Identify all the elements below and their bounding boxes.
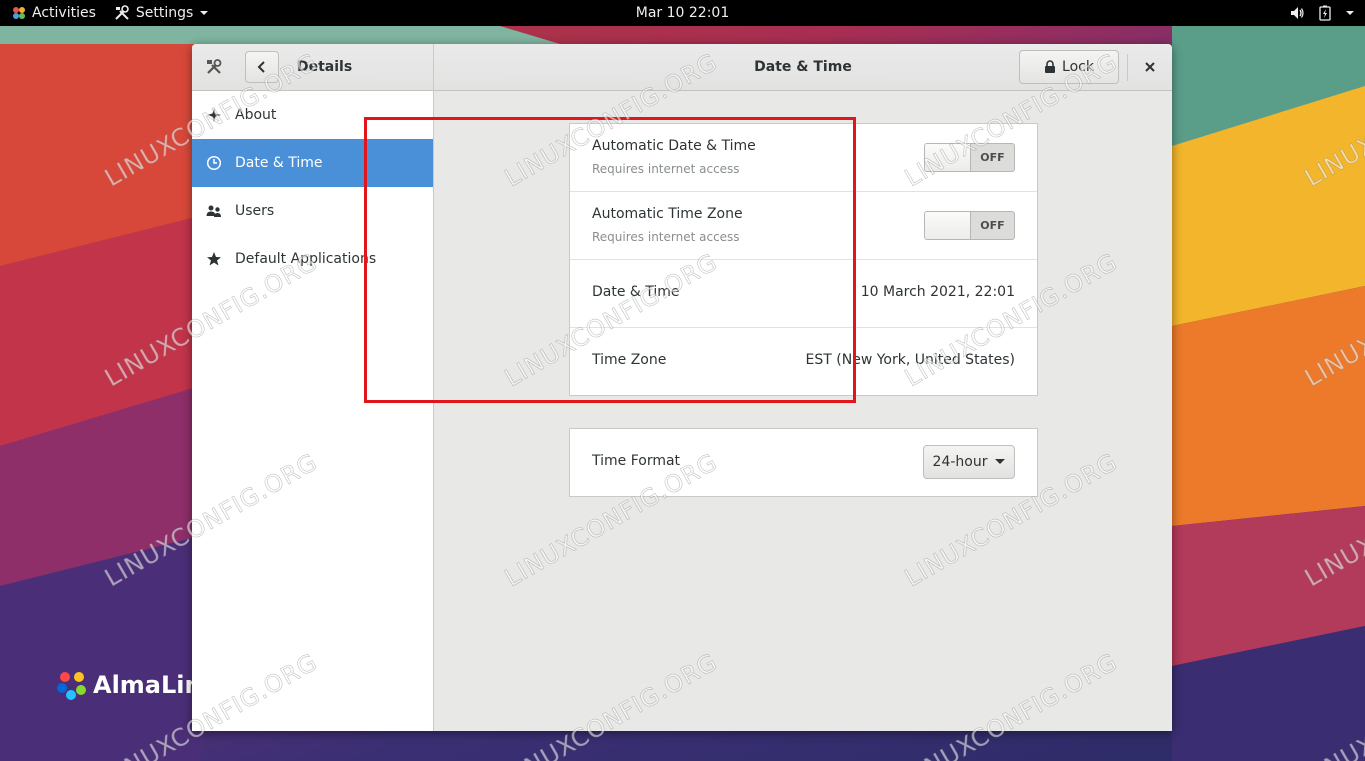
row-title: Time Format [592,453,681,469]
switch-state-label: OFF [980,219,1005,232]
automatic-time-zone-switch[interactable]: OFF [924,211,1015,240]
row-title: Automatic Date & Time [592,138,756,154]
switch-knob [925,212,971,239]
sidebar-item-users[interactable]: Users [192,187,433,235]
users-icon [206,203,222,219]
distro-name: AlmaLin [93,671,202,699]
battery-icon [1319,5,1331,21]
almalinux-logo-icon [57,672,86,700]
sidebar-title: Details [297,59,353,75]
time-zone-value: EST (New York, United States) [805,352,1015,368]
app-menu-label: Settings [135,5,194,21]
activities-button[interactable]: Activities [12,5,96,21]
sparkle-icon [206,107,222,123]
sidebar-header: Details [192,44,434,91]
row-title: Time Zone [592,352,667,368]
lock-button[interactable]: Lock [1019,50,1119,84]
sidebar-item-label: About [235,107,277,123]
close-button[interactable] [1137,54,1163,80]
chevron-down-icon [1346,11,1354,15]
row-title: Automatic Time Zone [592,206,743,222]
sidebar-item-label: Date & Time [235,155,323,171]
time-zone-row[interactable]: Time Zone EST (New York, United States) [570,328,1037,396]
app-menu-button[interactable]: Settings [114,5,209,21]
switch-state-label: OFF [980,151,1005,164]
date-time-row[interactable]: Date & Time 10 March 2021, 22:01 [570,260,1037,328]
chevron-down-icon [200,11,209,15]
sidebar: About Date & Time Users Default Applicat… [192,91,434,731]
automatic-date-time-row[interactable]: Automatic Date & Time Requires internet … [570,124,1037,192]
sidebar-item-date-time[interactable]: Date & Time [192,139,433,187]
time-format-value: 24-hour [932,454,988,470]
time-format-dropdown[interactable]: 24-hour [923,445,1015,479]
sidebar-item-label: Default Applications [235,251,377,267]
distro-logo: AlmaLin [55,668,202,702]
time-format-panel: Time Format 24-hour [569,428,1038,497]
settings-tools-icon [207,59,222,74]
header-bar: Details Date & Time Lock [192,44,1172,91]
clock[interactable]: Mar 10 22:01 [636,5,729,21]
switch-knob [925,144,971,171]
date-time-settings-panel: Automatic Date & Time Requires internet … [569,123,1038,396]
sidebar-item-label: Users [235,203,275,219]
system-menu[interactable] [1289,0,1355,26]
row-title: Date & Time [592,284,680,300]
lock-label: Lock [1062,59,1094,75]
chevron-down-icon [995,459,1006,464]
sidebar-item-about[interactable]: About [192,91,433,139]
lock-icon [1045,60,1056,73]
content-area: Automatic Date & Time Requires internet … [435,91,1172,731]
settings-window: Details Date & Time Lock About Date & Ti… [192,44,1172,731]
activities-icon [13,7,25,19]
header-separator [1127,54,1128,81]
close-icon [1145,62,1155,72]
top-bar: Activities Settings Mar 10 22:01 [0,0,1365,26]
date-time-value: 10 March 2021, 22:01 [860,284,1015,300]
star-icon [206,251,222,267]
automatic-time-zone-row[interactable]: Automatic Time Zone Requires internet ac… [570,192,1037,260]
back-button[interactable] [245,51,279,83]
time-format-row: Time Format 24-hour [570,429,1037,497]
automatic-date-time-switch[interactable]: OFF [924,143,1015,172]
sidebar-item-default-applications[interactable]: Default Applications [192,235,433,283]
volume-icon [1291,7,1304,19]
tools-icon [115,5,129,20]
chevron-left-icon [257,61,265,73]
row-subtitle: Requires internet access [592,230,740,244]
clock-icon [206,155,222,171]
row-subtitle: Requires internet access [592,162,740,176]
activities-label: Activities [32,5,96,21]
